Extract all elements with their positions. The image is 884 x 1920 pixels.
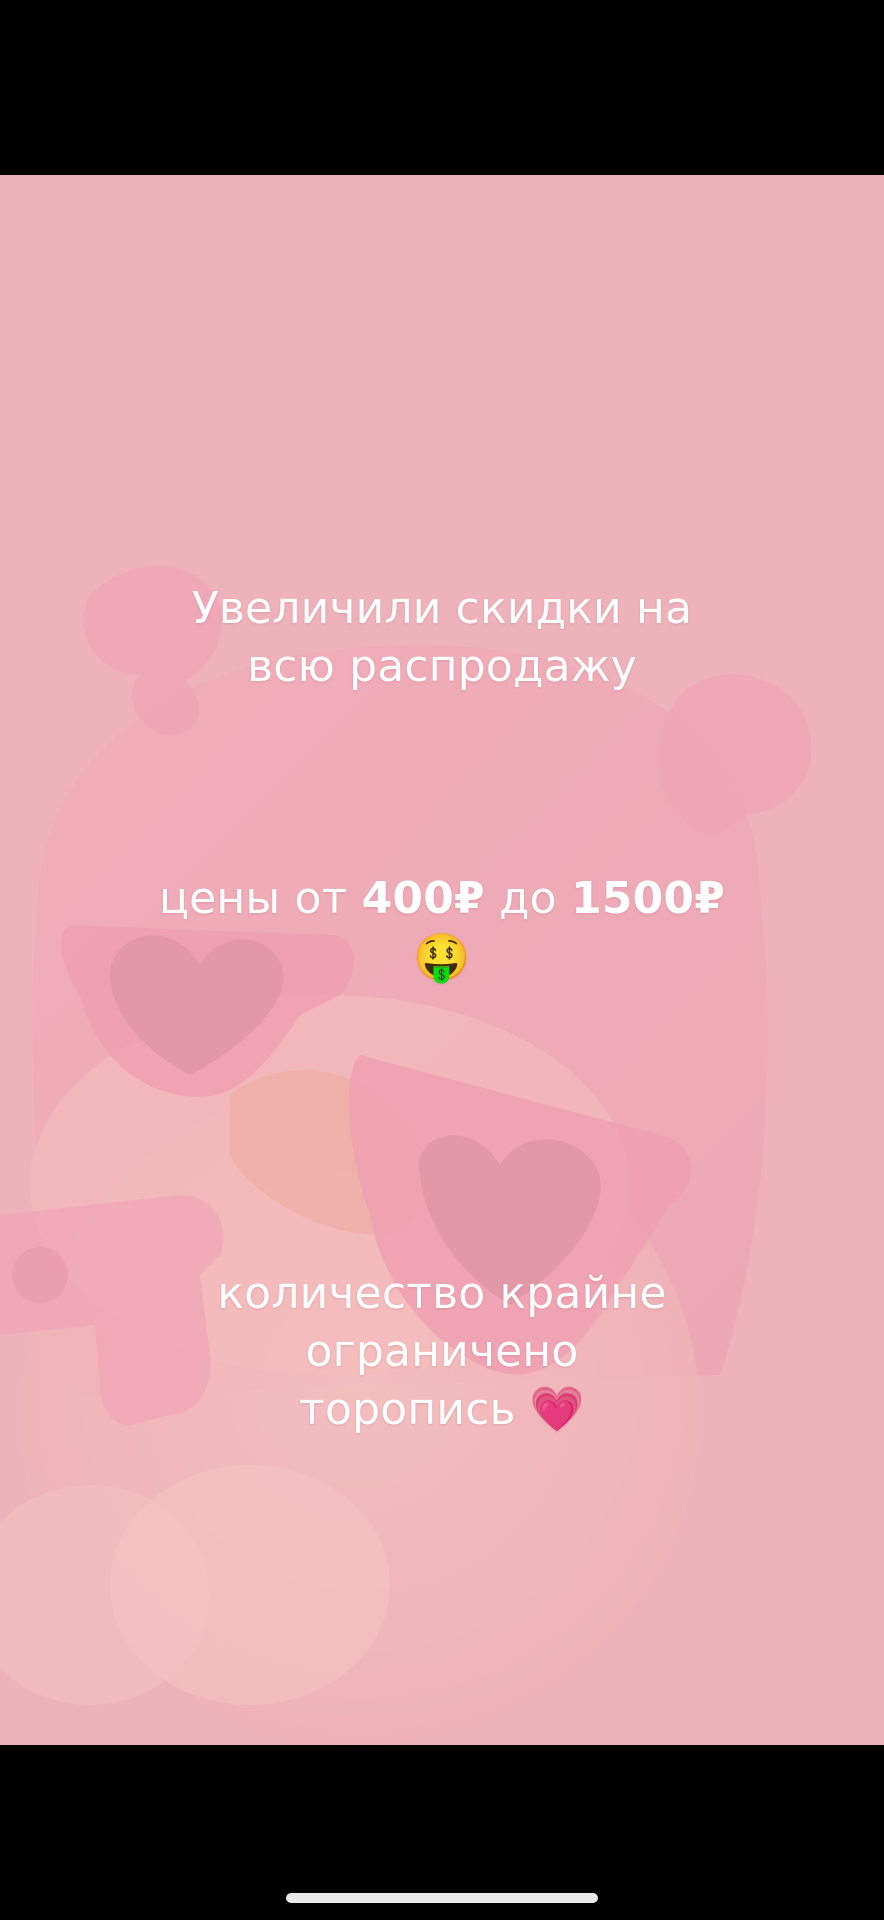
- price-from: 400₽: [361, 873, 485, 924]
- headline-line-2: всю распродажу: [247, 641, 637, 692]
- price-mid: до: [484, 873, 571, 924]
- story-frame[interactable]: Увеличили скидки на всю распродажу цены …: [0, 175, 884, 1745]
- home-indicator-bar[interactable]: [286, 1893, 598, 1903]
- headline: Увеличили скидки на всю распродажу: [0, 580, 884, 696]
- urgency-line-3: торопись 💗: [0, 1381, 884, 1439]
- urgency-line-3-text: торопись: [299, 1384, 516, 1435]
- price-text: цены от 400₽ до 1500₽ 🤑: [0, 870, 884, 986]
- price-prefix: цены от: [158, 873, 362, 924]
- money-mouth-emoji: 🤑: [413, 930, 471, 984]
- urgency-text: количество крайне ограничено торопись 💗: [0, 1265, 884, 1439]
- price-line: цены от 400₽ до 1500₽: [0, 870, 884, 928]
- urgency-line-2: ограничено: [305, 1326, 579, 1377]
- story-screen: Увеличили скидки на всю распродажу цены …: [0, 0, 884, 1920]
- pink-heart-emoji: 💗: [529, 1384, 585, 1435]
- price-to: 1500₽: [570, 873, 726, 924]
- headline-line-1: Увеличили скидки на: [191, 583, 693, 634]
- urgency-line-1: количество крайне: [217, 1268, 667, 1319]
